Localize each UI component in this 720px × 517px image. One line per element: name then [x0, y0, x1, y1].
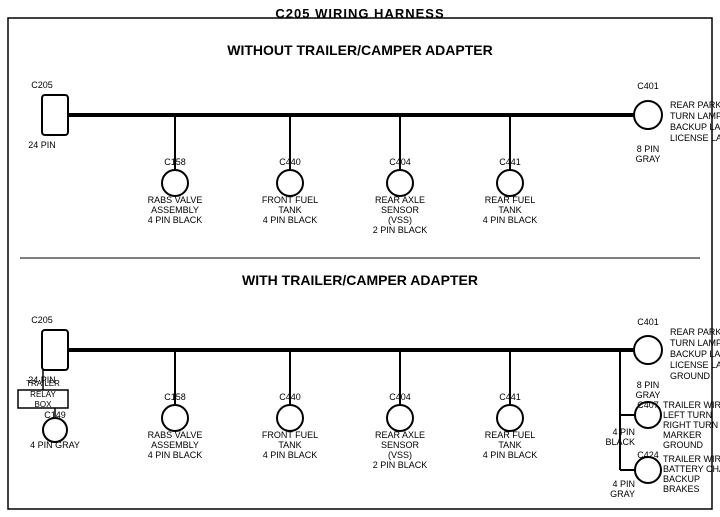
svg-text:C158: C158: [164, 157, 186, 167]
svg-text:C424: C424: [637, 450, 659, 460]
svg-text:C205: C205: [31, 80, 53, 90]
svg-text:RABS VALVE: RABS VALVE: [148, 430, 203, 440]
svg-text:BOX: BOX: [35, 400, 53, 409]
svg-text:RABS VALVE: RABS VALVE: [148, 195, 203, 205]
svg-text:C440: C440: [279, 157, 301, 167]
svg-text:MARKER: MARKER: [663, 430, 702, 440]
svg-text:4 PIN BLACK: 4 PIN BLACK: [148, 215, 203, 225]
svg-text:8 PIN: 8 PIN: [637, 144, 660, 154]
svg-text:C149: C149: [44, 410, 66, 420]
svg-text:FRONT FUEL: FRONT FUEL: [262, 430, 318, 440]
svg-text:TANK: TANK: [498, 440, 521, 450]
svg-text:BACKUP: BACKUP: [663, 474, 700, 484]
svg-text:2 PIN BLACK: 2 PIN BLACK: [373, 225, 428, 235]
svg-text:ASSEMBLY: ASSEMBLY: [151, 205, 199, 215]
svg-text:SENSOR: SENSOR: [381, 440, 420, 450]
svg-text:ASSEMBLY: ASSEMBLY: [151, 440, 199, 450]
svg-text:GRAY: GRAY: [610, 489, 635, 499]
svg-text:GROUND: GROUND: [663, 440, 703, 450]
svg-text:FRONT FUEL: FRONT FUEL: [262, 195, 318, 205]
page: C205 WIRING HARNESS WITHOUT TRAILER/CAMP…: [0, 0, 720, 517]
svg-text:4 PIN: 4 PIN: [612, 479, 635, 489]
svg-text:8 PIN: 8 PIN: [637, 380, 660, 390]
svg-text:(VSS): (VSS): [388, 450, 412, 460]
svg-text:4 PIN BLACK: 4 PIN BLACK: [263, 450, 318, 460]
svg-text:C404: C404: [389, 157, 411, 167]
svg-text:REAR AXLE: REAR AXLE: [375, 195, 425, 205]
svg-text:C404: C404: [389, 392, 411, 402]
svg-text:C440: C440: [279, 392, 301, 402]
svg-text:SENSOR: SENSOR: [381, 205, 420, 215]
svg-text:4 PIN BLACK: 4 PIN BLACK: [263, 215, 318, 225]
svg-text:TANK: TANK: [498, 205, 521, 215]
svg-text:C158: C158: [164, 392, 186, 402]
svg-text:GRAY: GRAY: [636, 390, 661, 400]
svg-text:RELAY: RELAY: [30, 390, 56, 399]
svg-text:C407: C407: [637, 400, 659, 410]
svg-text:C401: C401: [637, 81, 659, 91]
svg-text:TANK: TANK: [278, 440, 301, 450]
svg-text:C401: C401: [637, 317, 659, 327]
svg-text:TANK: TANK: [278, 205, 301, 215]
svg-text:BRAKES: BRAKES: [663, 484, 700, 494]
svg-text:C205: C205: [31, 315, 53, 325]
svg-text:(VSS): (VSS): [388, 215, 412, 225]
svg-text:REAR FUEL: REAR FUEL: [485, 195, 536, 205]
svg-text:4 PIN: 4 PIN: [612, 427, 635, 437]
svg-text:GROUND: GROUND: [670, 371, 710, 381]
svg-text:REAR AXLE: REAR AXLE: [375, 430, 425, 440]
svg-text:C441: C441: [499, 157, 521, 167]
svg-text:24 PIN: 24 PIN: [28, 140, 56, 150]
svg-text:C441: C441: [499, 392, 521, 402]
svg-text:4 PIN BLACK: 4 PIN BLACK: [483, 450, 538, 460]
wiring-diagram: WITHOUT TRAILER/CAMPER ADAPTER C205 24 P…: [0, 0, 720, 517]
section1-label: WITHOUT TRAILER/CAMPER ADAPTER: [227, 42, 492, 58]
svg-text:REAR FUEL: REAR FUEL: [485, 430, 536, 440]
svg-text:RIGHT TURN: RIGHT TURN: [663, 420, 718, 430]
svg-text:2 PIN BLACK: 2 PIN BLACK: [373, 460, 428, 470]
svg-text:4 PIN BLACK: 4 PIN BLACK: [148, 450, 203, 460]
svg-text:4 PIN GRAY: 4 PIN GRAY: [30, 440, 80, 450]
svg-text:LEFT TURN: LEFT TURN: [663, 410, 712, 420]
svg-text:GRAY: GRAY: [636, 154, 661, 164]
section2-label: WITH TRAILER/CAMPER ADAPTER: [242, 272, 478, 288]
svg-text:4 PIN BLACK: 4 PIN BLACK: [483, 215, 538, 225]
